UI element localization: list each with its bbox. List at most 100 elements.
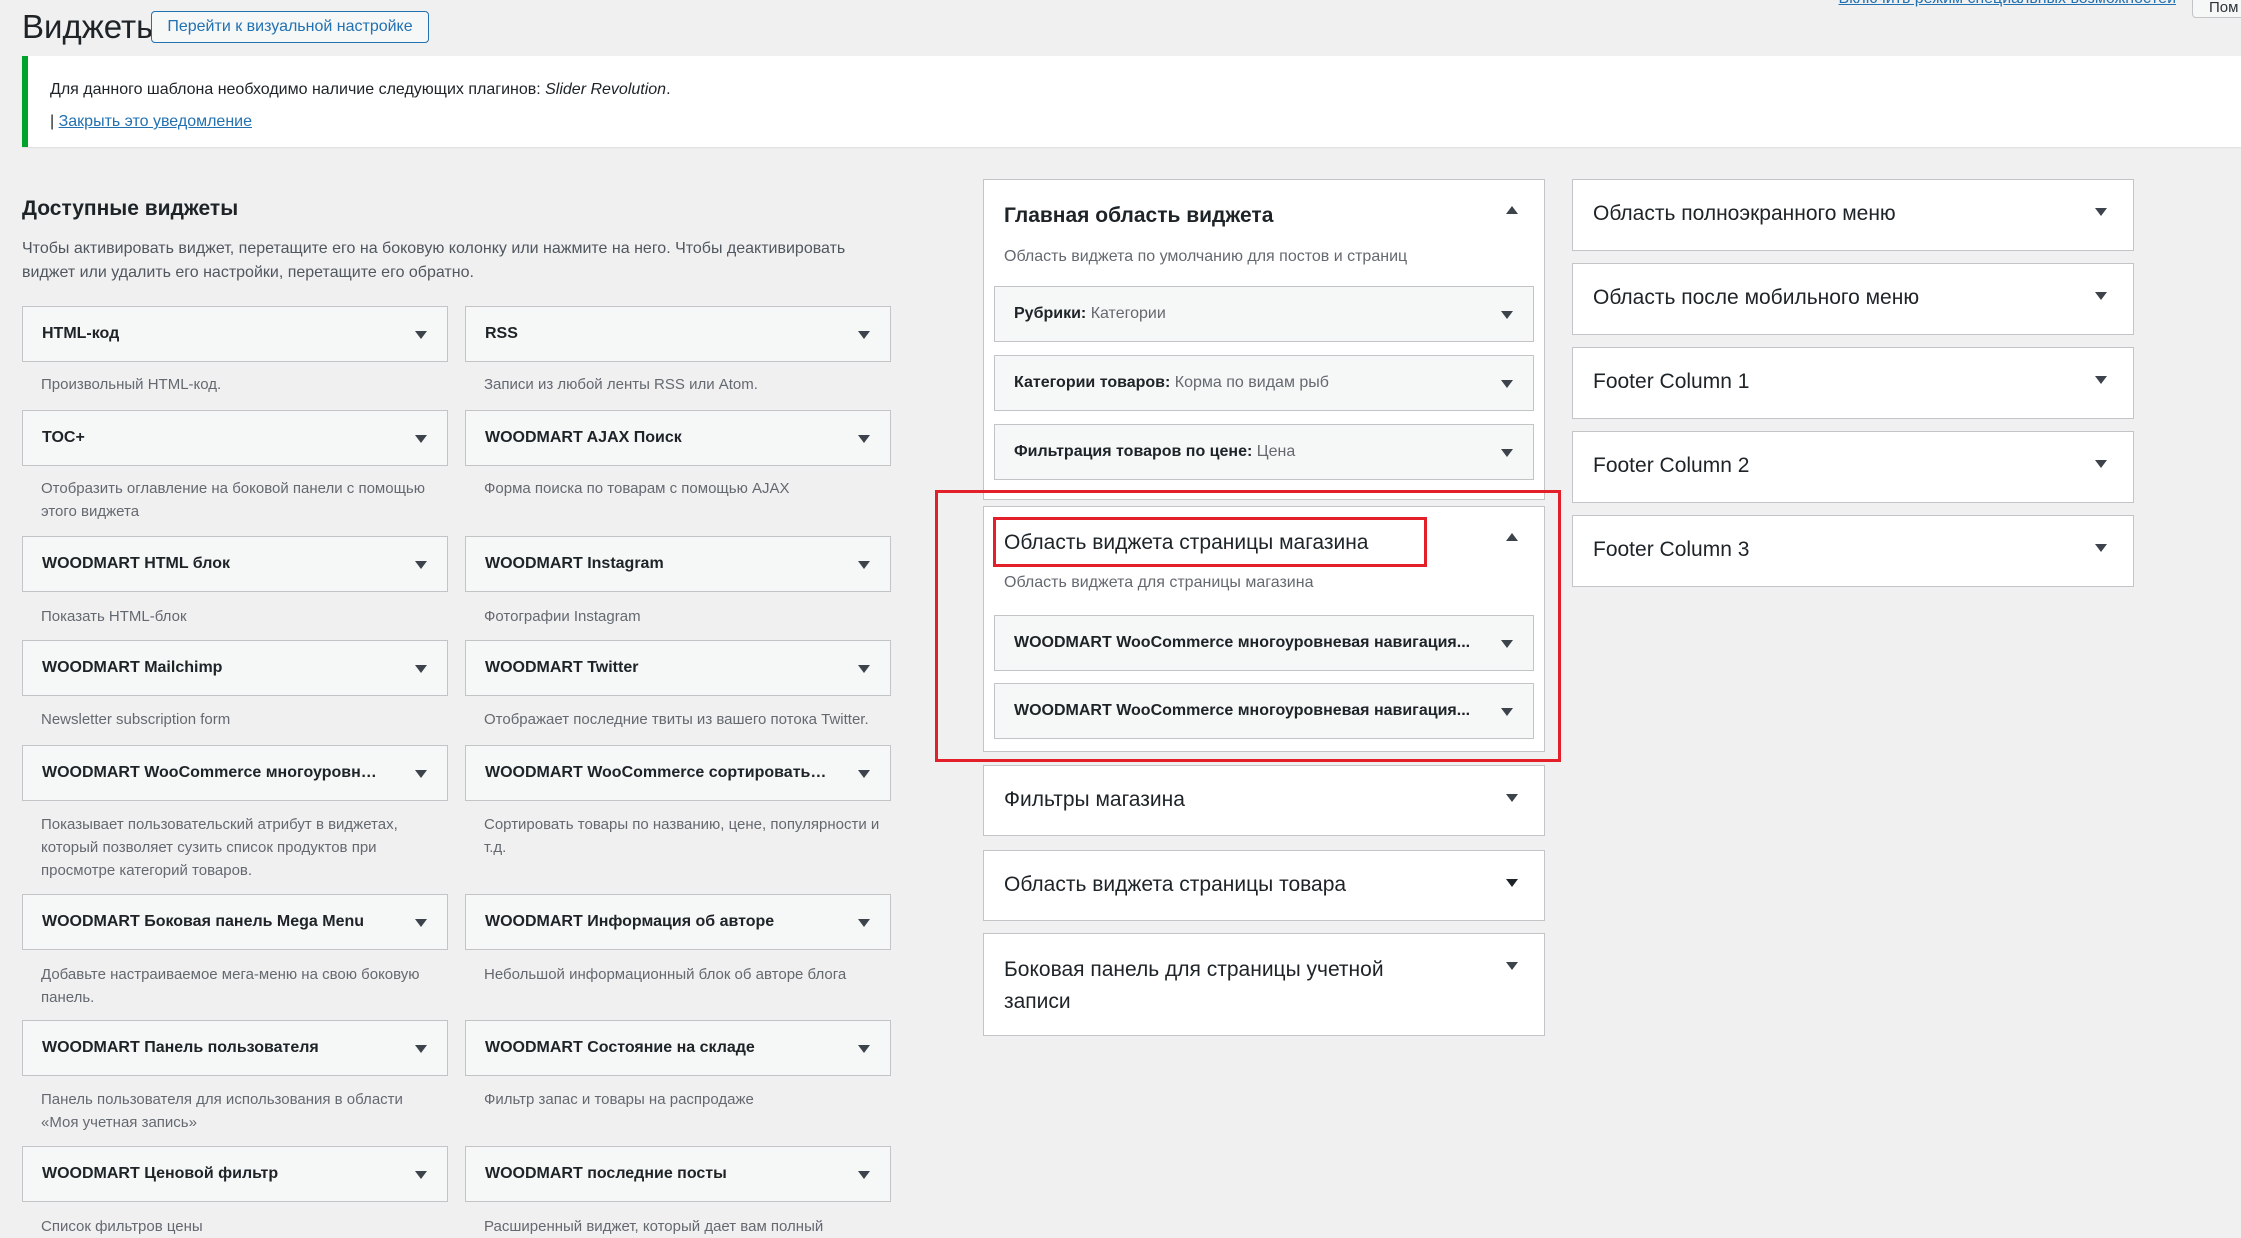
notice-plugin-name: Slider Revolution xyxy=(545,81,667,98)
chevron-down-icon xyxy=(1501,380,1513,388)
placed-widget-layered-nav[interactable]: WOODMART WooCommerce многоуровневая нави… xyxy=(994,615,1534,671)
sidebar-title: Область полноэкранного меню xyxy=(1593,202,1896,225)
sidebar-fullscreen-menu[interactable]: Область полноэкранного меню xyxy=(1572,179,2134,251)
widget-ajax-search[interactable]: WOODMART AJAX Поиск xyxy=(465,410,891,466)
widget-html-code[interactable]: HTML-код xyxy=(22,306,448,362)
available-widgets-description: Чтобы активировать виджет, перетащите ег… xyxy=(22,240,846,281)
widget-description: Newsletter subscription form xyxy=(41,711,231,728)
screen-options-button[interactable]: Пом xyxy=(2192,0,2241,18)
widget-description: Панель пользователя для использования в … xyxy=(41,1091,403,1131)
chevron-down-icon xyxy=(858,1045,870,1053)
placed-widget-layered-nav[interactable]: WOODMART WooCommerce многоуровневая нави… xyxy=(994,683,1534,739)
chevron-down-icon xyxy=(415,1045,427,1053)
chevron-down-icon xyxy=(858,561,870,569)
sidebar-title[interactable]: Область виджета страницы магазина xyxy=(1004,531,1368,555)
placed-widget-categories[interactable]: Рубрики: Категории xyxy=(994,286,1534,342)
chevron-down-icon xyxy=(1506,879,1518,887)
widget-rss[interactable]: RSS xyxy=(465,306,891,362)
chevron-down-icon xyxy=(858,1171,870,1179)
dismiss-notice-link[interactable]: Закрыть это уведомление xyxy=(59,113,252,130)
widget-description: Небольшой информационный блок об авторе … xyxy=(484,966,847,983)
widget-title: TOC+ xyxy=(42,429,85,446)
chevron-down-icon xyxy=(858,665,870,673)
widget-description: Записи из любой ленты RSS или Atom. xyxy=(484,376,758,393)
widget-price-filter[interactable]: WOODMART Ценовой фильтр xyxy=(22,1146,448,1202)
widget-title: WOODMART Twitter xyxy=(485,659,639,676)
widget-title: WOODMART AJAX Поиск xyxy=(485,429,682,446)
widget-sorting[interactable]: WOODMART WooCommerce сортировать… xyxy=(465,745,891,801)
chevron-down-icon xyxy=(415,435,427,443)
widget-description: Список фильтров цены xyxy=(41,1218,203,1235)
sidebar-product-page[interactable]: Область виджета страницы товара xyxy=(983,850,1545,921)
chevron-down-icon xyxy=(1501,311,1513,319)
widget-mailchimp[interactable]: WOODMART Mailchimp xyxy=(22,640,448,696)
placed-widget-price-filter[interactable]: Фильтрация товаров по цене: Цена xyxy=(994,424,1534,480)
sidebar-footer-column-1[interactable]: Footer Column 1 xyxy=(1572,347,2134,419)
widget-user-panel[interactable]: WOODMART Панель пользователя xyxy=(22,1020,448,1076)
widget-description: Добавьте настраиваемое мега-меню на свою… xyxy=(41,966,420,1006)
widget-twitter[interactable]: WOODMART Twitter xyxy=(465,640,891,696)
widget-title: WOODMART Mailchimp xyxy=(42,659,223,676)
sidebar-title: Область после мобильного меню xyxy=(1593,286,1920,309)
sidebar-footer-column-2[interactable]: Footer Column 2 xyxy=(1572,431,2134,503)
sidebar-title: Footer Column 1 xyxy=(1593,370,1750,393)
chevron-down-icon xyxy=(858,919,870,927)
widget-title: WOODMART Ценовой фильтр xyxy=(42,1165,279,1182)
chevron-down-icon xyxy=(858,331,870,339)
widget-description: Форма поиска по товарам с помощью AJAX xyxy=(484,480,790,497)
chevron-down-icon xyxy=(1501,449,1513,457)
plugin-notice: Для данного шаблона необходимо наличие с… xyxy=(22,56,2241,147)
chevron-down-icon xyxy=(415,770,427,778)
accessibility-mode-link[interactable]: Включить режим специальных возможностей xyxy=(1839,0,2176,8)
chevron-down-icon xyxy=(415,561,427,569)
notice-text: Для данного шаблона необходимо наличие с… xyxy=(50,81,671,98)
visual-customize-button[interactable]: Перейти к визуальной настройке xyxy=(151,11,429,43)
widget-toc[interactable]: TOC+ xyxy=(22,410,448,466)
widget-title: WOODMART WooCommerce сортировать… xyxy=(485,764,827,781)
sidebar-title: Боковая панель для страницы учетной запи… xyxy=(1004,958,1384,1013)
page-title: Виджеты xyxy=(22,8,160,45)
available-widgets-heading: Доступные виджеты xyxy=(22,197,239,220)
chevron-down-icon xyxy=(2095,376,2107,384)
sidebar-shop-area[interactable]: Область виджета страницы магазина Област… xyxy=(983,506,1545,752)
widget-description: Сортировать товары по названию, цене, по… xyxy=(484,816,880,856)
widget-recent-posts[interactable]: WOODMART последние посты xyxy=(465,1146,891,1202)
widget-title: WOODMART Информация об авторе xyxy=(485,913,775,930)
widget-author-info[interactable]: WOODMART Информация об авторе xyxy=(465,894,891,950)
chevron-up-icon[interactable] xyxy=(1506,206,1518,214)
chevron-up-icon[interactable] xyxy=(1506,533,1518,541)
chevron-down-icon xyxy=(858,435,870,443)
notice-close-row: | Закрыть это уведомление xyxy=(50,113,252,130)
sidebar-title: Фильтры магазина xyxy=(1004,788,1185,811)
widget-title: HTML-код xyxy=(42,325,120,342)
sidebar-title[interactable]: Главная область виджета xyxy=(1004,204,1273,228)
chevron-down-icon xyxy=(2095,292,2107,300)
chevron-down-icon xyxy=(415,919,427,927)
sidebar-account-page[interactable]: Боковая панель для страницы учетной запи… xyxy=(983,933,1545,1036)
sidebar-main-area[interactable]: Главная область виджета Область виджета … xyxy=(983,179,1545,500)
sidebar-shop-filters[interactable]: Фильтры магазина xyxy=(983,765,1545,836)
chevron-down-icon xyxy=(2095,544,2107,552)
chevron-down-icon xyxy=(415,665,427,673)
chevron-down-icon xyxy=(2095,460,2107,468)
sidebar-after-mobile-menu[interactable]: Область после мобильного меню xyxy=(1572,263,2134,335)
chevron-down-icon xyxy=(2095,208,2107,216)
widget-mega-menu[interactable]: WOODMART Боковая панель Mega Menu xyxy=(22,894,448,950)
widget-description: Расширенный виджет, который дает вам пол… xyxy=(484,1218,824,1235)
chevron-down-icon xyxy=(1506,962,1518,970)
widget-stock-status[interactable]: WOODMART Состояние на складе xyxy=(465,1020,891,1076)
sidebar-footer-column-3[interactable]: Footer Column 3 xyxy=(1572,515,2134,587)
widget-description: Фотографии Instagram xyxy=(484,608,641,625)
widget-description: Отобразить оглавление на боковой панели … xyxy=(41,480,425,520)
widget-description: Показать HTML-блок xyxy=(41,608,187,625)
widget-layered-nav[interactable]: WOODMART WooCommerce многоуровн… xyxy=(22,745,448,801)
placed-widget-product-categories[interactable]: Категории товаров: Корма по видам рыб xyxy=(994,355,1534,411)
widget-html-block[interactable]: WOODMART HTML блок xyxy=(22,536,448,592)
widget-title: WOODMART Панель пользователя xyxy=(42,1039,319,1056)
widget-title: RSS xyxy=(485,325,518,342)
widget-title: WOODMART Instagram xyxy=(485,555,664,572)
chevron-down-icon xyxy=(415,1171,427,1179)
widget-title: WOODMART HTML блок xyxy=(42,555,231,572)
widget-instagram[interactable]: WOODMART Instagram xyxy=(465,536,891,592)
widget-description: Отображает последние твиты из вашего пот… xyxy=(484,711,869,728)
